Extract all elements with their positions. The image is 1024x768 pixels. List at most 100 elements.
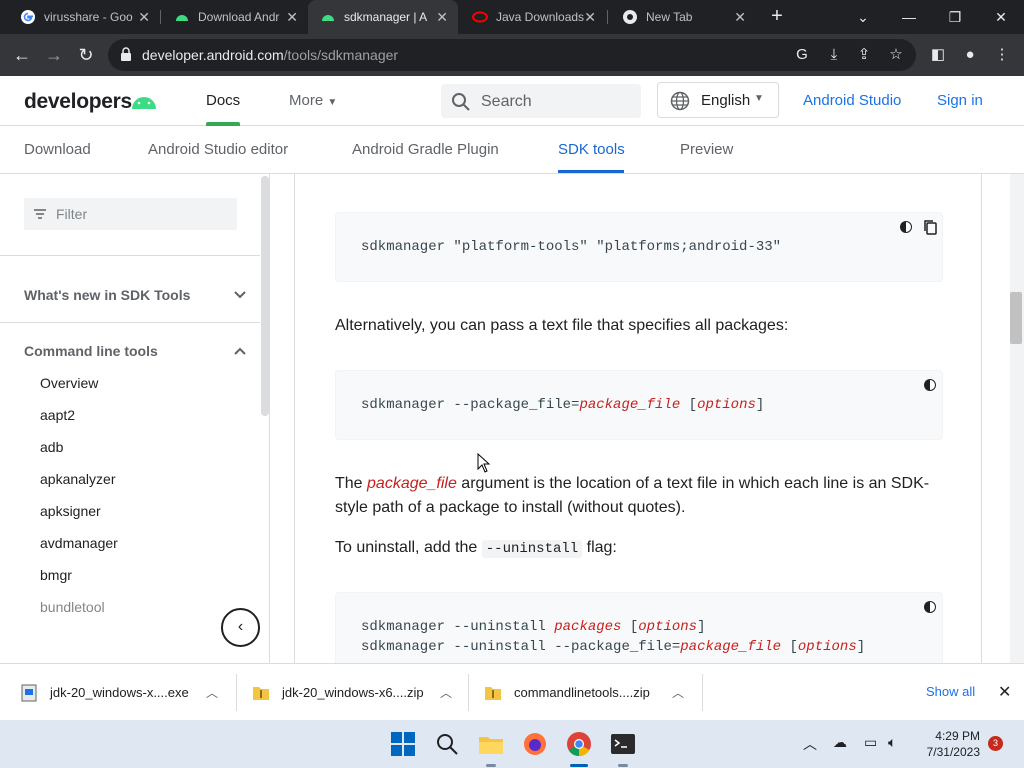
filter-input[interactable]: Filter <box>24 198 237 230</box>
close-icon[interactable]: ✕ <box>734 9 746 26</box>
window-close-icon[interactable]: ✕ <box>978 0 1024 34</box>
menu-kebab-icon[interactable]: ⋮ <box>992 45 1012 65</box>
browser-tab[interactable]: Download Andr ✕ <box>162 0 308 34</box>
sidebar-section-whats-new[interactable]: What's new in SDK Tools <box>24 287 190 303</box>
sidebar-scroll-thumb[interactable] <box>261 176 269 416</box>
install-app-icon[interactable]: ⤓ <box>824 45 844 65</box>
chevron-up-icon[interactable]: ︿ <box>206 684 218 701</box>
search-icon[interactable] <box>433 730 461 758</box>
tab-sdk-tools[interactable]: SDK tools <box>558 141 625 158</box>
language-select[interactable]: English ▼ <box>657 82 779 118</box>
tab-divider <box>160 10 161 24</box>
sidebar-item-apkanalyzer[interactable]: apkanalyzer <box>40 471 116 487</box>
download-item[interactable]: jdk-20_windows-x....exe ︿ <box>20 664 232 721</box>
sidebar-item-avdmanager[interactable]: avdmanager <box>40 535 118 551</box>
chevron-up-icon[interactable]: ︿ <box>440 684 452 701</box>
terminal-icon[interactable] <box>609 730 637 758</box>
page-scroll-thumb[interactable] <box>1010 292 1022 344</box>
sidebar-item-overview[interactable]: Overview <box>40 375 98 391</box>
windows-taskbar: ︿ ☁ ▭ 🔈︎ 4:29 PM 7/31/2023 <box>0 720 1024 768</box>
tab-title: Java Downloads <box>496 10 585 24</box>
tab-android-studio-editor[interactable]: Android Studio editor <box>148 141 288 158</box>
sign-in-link[interactable]: Sign in <box>937 92 983 109</box>
windows-start-icon[interactable] <box>389 730 417 758</box>
lock-icon[interactable] <box>120 47 132 61</box>
volume-icon[interactable]: 🔈︎ <box>888 734 896 751</box>
chevron-left-icon: ‹ <box>237 618 244 635</box>
back-icon[interactable]: ← <box>10 43 34 67</box>
code-text: [ <box>680 397 698 413</box>
sidebar-item-apksigner[interactable]: apksigner <box>40 503 101 519</box>
more-menu[interactable]: More ▼ <box>289 92 337 109</box>
tab-download[interactable]: Download <box>24 141 91 158</box>
globe-icon <box>670 91 690 111</box>
download-item[interactable]: jdk-20_windows-x6....zip ︿ <box>252 664 464 721</box>
docs-nav-link[interactable]: Docs <box>206 92 240 109</box>
theme-toggle-icon[interactable] <box>922 377 938 393</box>
sidebar-item-bundletool[interactable]: bundletool <box>40 599 105 615</box>
paragraph: To uninstall, add the --uninstall flag: <box>335 536 935 561</box>
new-tab-button[interactable]: + <box>766 5 788 27</box>
profile-icon[interactable]: ● <box>960 45 980 65</box>
sidebar-item-adb[interactable]: adb <box>40 439 63 455</box>
chrome-icon <box>623 10 637 24</box>
close-icon[interactable]: ✕ <box>436 9 448 26</box>
tab-preview[interactable]: Preview <box>680 141 733 158</box>
browser-tab-active[interactable]: sdkmanager | A ✕ <box>308 0 458 34</box>
close-icon[interactable]: ✕ <box>138 9 150 26</box>
copy-icon[interactable] <box>922 219 938 235</box>
chevron-up-icon[interactable]: ︿ <box>672 684 684 701</box>
sidebar-item-aapt2[interactable]: aapt2 <box>40 407 75 423</box>
download-filename: jdk-20_windows-x6....zip <box>282 685 424 700</box>
forward-icon[interactable]: → <box>42 43 66 67</box>
network-icon[interactable]: ▭ <box>864 734 877 751</box>
reload-icon[interactable]: ↻ <box>74 43 98 67</box>
inline-variable: package_file <box>367 475 457 492</box>
system-clock[interactable]: 4:29 PM 7/31/2023 <box>920 728 980 760</box>
share-icon[interactable]: ⇪ <box>854 45 874 65</box>
collapse-sidebar-button[interactable]: ‹ <box>221 608 260 647</box>
close-icon[interactable]: ✕ <box>286 9 298 26</box>
download-filename: commandlinetools....zip <box>514 685 650 700</box>
chevron-down-icon[interactable] <box>233 288 247 302</box>
theme-toggle-icon[interactable] <box>898 219 914 235</box>
running-indicator <box>618 764 628 767</box>
browser-tab-strip: virusshare - Goo ✕ Download Andr ✕ sdkma… <box>0 0 1024 34</box>
show-hidden-icons[interactable]: ︿ <box>803 734 817 754</box>
page-scrollbar[interactable] <box>1010 174 1024 663</box>
minimize-icon[interactable]: — <box>886 0 932 34</box>
close-icon[interactable]: ✕ <box>584 9 596 26</box>
restore-icon[interactable]: ❐ <box>932 0 978 34</box>
browser-tab[interactable]: New Tab ✕ <box>610 0 756 34</box>
code-line: sdkmanager "platform-tools" "platforms;a… <box>361 239 782 255</box>
notification-badge[interactable]: 3 <box>988 736 1003 751</box>
chevron-up-icon[interactable] <box>233 344 247 358</box>
browser-tab[interactable]: virusshare - Goo ✕ <box>8 0 160 34</box>
developers-logo[interactable]: developers <box>24 90 132 114</box>
google-lens-icon[interactable]: G <box>792 45 812 65</box>
active-tab-indicator <box>558 170 624 173</box>
theme-toggle-icon[interactable] <box>922 599 938 615</box>
sidebar-section-command-line-tools[interactable]: Command line tools <box>24 343 158 359</box>
browser-tab[interactable]: Java Downloads ✕ <box>460 0 606 34</box>
address-bar[interactable]: developer.android.com/tools/sdkmanager G… <box>108 39 916 71</box>
code-variable: package_file <box>680 639 782 655</box>
tab-android-gradle-plugin[interactable]: Android Gradle Plugin <box>352 141 499 158</box>
download-item[interactable]: commandlinetools....zip ︿ <box>484 664 696 721</box>
file-explorer-icon[interactable] <box>477 730 505 758</box>
code-variable: package_file <box>579 397 681 413</box>
bookmark-star-icon[interactable]: ☆ <box>886 45 906 65</box>
cloud-offline-icon[interactable]: ☁ <box>833 734 847 751</box>
chrome-icon[interactable] <box>565 730 593 758</box>
site-search-input[interactable]: Search <box>441 84 641 118</box>
android-studio-link[interactable]: Android Studio <box>803 92 901 109</box>
show-all-downloads-button[interactable]: Show all <box>926 684 975 699</box>
firefox-icon[interactable] <box>521 730 549 758</box>
tab-search-icon[interactable]: ⌄ <box>840 0 886 34</box>
inline-code: --uninstall <box>481 540 583 558</box>
close-downloads-bar-icon[interactable]: ✕ <box>998 682 1011 702</box>
code-text: sdkmanager --package_file= <box>361 397 580 413</box>
sidebar-item-bmgr[interactable]: bmgr <box>40 567 72 583</box>
installer-file-icon <box>21 684 37 701</box>
side-panel-icon[interactable]: ◧ <box>928 45 948 65</box>
